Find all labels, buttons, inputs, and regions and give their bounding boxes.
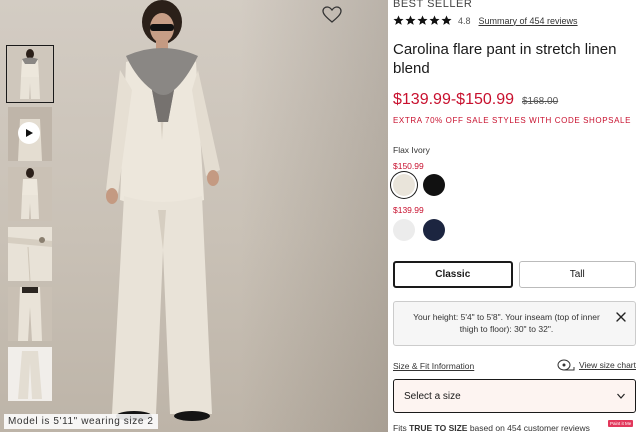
thumbnail-video[interactable] [8, 107, 52, 161]
sale-price-range: $139.99-$150.99 [393, 91, 514, 108]
price-row: $139.99-$150.99 $168.00 [393, 91, 558, 109]
star-icon [417, 15, 428, 25]
chevron-down-icon [617, 393, 625, 399]
fit-guidance-text: Your height: 5'4" to 5'8". Your inseam (… [413, 312, 600, 334]
product-title: Carolina flare pant in stretch linen ble… [393, 41, 617, 77]
swatch-row [393, 174, 445, 196]
swatch-flax-ivory[interactable] [393, 174, 415, 196]
swatch-navy[interactable] [423, 219, 445, 241]
close-icon[interactable] [615, 311, 627, 323]
promo-text: EXTRA 70% OFF SALE STYLES WITH CODE SHOP… [393, 116, 632, 125]
fit-classic-button[interactable]: Classic [393, 261, 513, 288]
thumbnail-4[interactable] [8, 227, 52, 281]
selected-color-name: Flax Ivory [393, 145, 430, 155]
star-icon [393, 15, 404, 25]
photo-shadow [240, 0, 388, 432]
size-chart-link[interactable]: View size chart [557, 359, 636, 371]
star-icon [405, 15, 416, 25]
size-fit-info-link[interactable]: Size & Fit Information [393, 361, 474, 371]
thumbnail-1[interactable] [6, 45, 54, 103]
rating-value: 4.8 [458, 15, 471, 26]
thumbnail-5[interactable] [8, 287, 52, 341]
swatch-black[interactable] [423, 174, 445, 196]
thumbnail-3[interactable] [8, 167, 52, 221]
fit-guidance-box: Your height: 5'4" to 5'8". Your inseam (… [393, 301, 636, 346]
best-seller-label: BEST SELLER [393, 0, 473, 10]
play-icon[interactable] [18, 122, 40, 144]
swatch-row [393, 219, 445, 241]
rating-stars [393, 15, 452, 26]
swatch-group-price: $139.99 [393, 205, 424, 215]
original-price: $168.00 [522, 96, 559, 107]
swatch-white[interactable] [393, 219, 415, 241]
fit-summary-suffix: based on 454 customer reviews [467, 423, 590, 432]
star-icon [441, 15, 452, 25]
heart-outline-icon[interactable] [322, 6, 342, 24]
swatch-group-price: $150.99 [393, 161, 424, 171]
model-photo[interactable] [70, 0, 240, 432]
size-chart-label: View size chart [578, 360, 636, 370]
fit-summary-bold: TRUE TO SIZE [409, 423, 468, 432]
size-select-placeholder: Select a size [404, 390, 461, 402]
fit-summary: Fits TRUE TO SIZE based on 454 customer … [393, 423, 590, 432]
star-icon [429, 15, 440, 25]
thumbnail-strip [6, 45, 54, 407]
model-caption: Model is 5'11" wearing size 2 [4, 414, 158, 429]
fit-summary-prefix: Fits [393, 423, 410, 432]
reviews-summary-link[interactable]: Summary of 454 reviews [479, 16, 578, 26]
thumbnail-6[interactable] [8, 347, 52, 401]
fit-tall-button[interactable]: Tall [518, 261, 636, 288]
rating-row: 4.8 Summary of 454 reviews [393, 15, 578, 26]
fit-selector: Classic Tall [393, 261, 636, 288]
measuring-tape-icon [557, 359, 575, 371]
paint-it-me-badge[interactable]: Paint it Me [608, 420, 634, 427]
size-select[interactable]: Select a size [393, 379, 636, 413]
product-gallery: Model is 5'11" wearing size 2 [0, 0, 388, 432]
